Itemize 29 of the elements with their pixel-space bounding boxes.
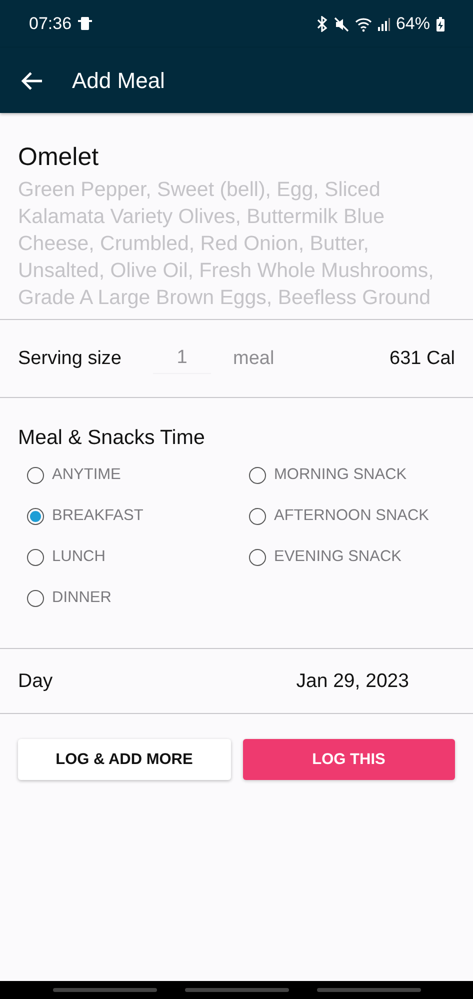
date-dropdown[interactable]: Jan 29, 2023 (296, 670, 409, 692)
bluetooth-icon (316, 16, 328, 32)
log-button[interactable]: LOG THIS (242, 739, 455, 780)
unit-dropdown[interactable]: meal (233, 348, 390, 370)
meal-time-option[interactable]: MORNING SNACK (249, 466, 407, 484)
meal-time-option[interactable]: DINNER (27, 589, 112, 607)
wifi-icon (354, 16, 372, 32)
meal-time-option[interactable]: LUNCH (27, 548, 106, 566)
section-heading: Meal & Snacks Time (18, 426, 206, 450)
calories-value: 631 Cal (390, 348, 455, 370)
log-and-add-more-button[interactable]: LOG & ADD MORE (18, 739, 230, 780)
mute-icon (334, 16, 349, 32)
meal-time-option[interactable]: AFTERNOON SNACK (249, 507, 430, 525)
gesture-handle[interactable] (52, 988, 156, 992)
quantity-field[interactable]: 1 (153, 343, 211, 374)
back-button[interactable] (21, 72, 43, 90)
meal-time-option[interactable]: EVENING SNACK (249, 548, 402, 566)
meal-name: Omelet (18, 143, 100, 172)
screen-title: Add Meal (72, 68, 165, 94)
gesture-handle[interactable] (316, 988, 420, 992)
meal-time-option[interactable]: ANYTIME (27, 466, 121, 484)
clock: 07:36 (29, 14, 72, 34)
battery-charging-icon (436, 16, 445, 32)
day-label: Day (18, 670, 54, 692)
signal-icon (378, 17, 390, 31)
meal-time-option[interactable]: BREAKFAST (27, 507, 144, 525)
serving-size-label: Serving size (18, 348, 122, 370)
gesture-handle[interactable] (184, 988, 288, 992)
battery-level: 64% (396, 14, 430, 34)
